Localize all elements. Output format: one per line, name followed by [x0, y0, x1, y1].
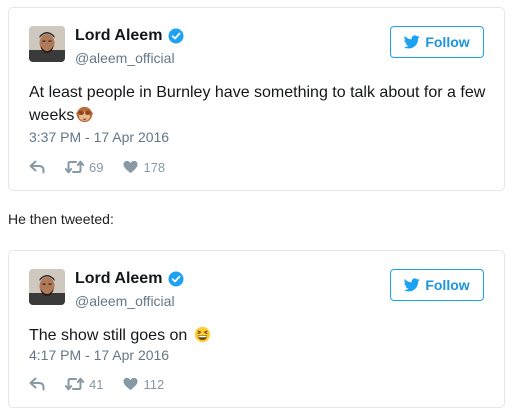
avatar[interactable] [29, 26, 65, 62]
tweet-text-content: At least people in Burnley have somethin… [29, 84, 486, 124]
tweet-timestamp[interactable]: 4:17 PM - 17 Apr 2016 [29, 347, 169, 363]
tweet-text-content: The show still goes on [29, 327, 188, 344]
follow-label: Follow [425, 34, 470, 50]
twitter-bird-icon [404, 278, 421, 292]
retweet-icon [65, 160, 84, 174]
retweet-count: 69 [89, 159, 104, 175]
reply-button[interactable] [29, 160, 45, 174]
like-button[interactable]: 178 [123, 160, 165, 175]
see-no-evil-monkey-icon [76, 106, 94, 123]
retweet-count: 41 [89, 376, 104, 392]
heart-icon [123, 160, 138, 174]
grinning-squinting-face-icon [194, 326, 210, 343]
tweet-actions: 69 178 [29, 158, 185, 176]
display-name[interactable]: Lord Aleem [75, 270, 162, 288]
article-text: He then tweeted: [8, 211, 114, 227]
tweet-timestamp[interactable]: 3:37 PM - 17 Apr 2016 [29, 129, 169, 145]
like-count: 112 [143, 376, 165, 392]
verified-badge-icon [168, 271, 184, 287]
follow-button[interactable]: Follow [390, 269, 484, 301]
heart-icon [123, 377, 138, 391]
tweet-text: At least people in Burnley have somethin… [29, 81, 489, 127]
display-name[interactable]: Lord Aleem [75, 27, 162, 45]
tweet-text: The show still goes on [29, 324, 489, 347]
follow-button[interactable]: Follow [390, 26, 484, 58]
like-button[interactable]: 112 [123, 377, 164, 392]
user-handle[interactable]: @aleem_official [75, 50, 175, 66]
tweet-card: Lord Aleem @aleem_official Follow At lea… [8, 7, 505, 191]
retweet-button[interactable]: 69 [65, 160, 103, 175]
twitter-bird-icon [404, 35, 421, 49]
retweet-icon [65, 377, 84, 391]
reply-button[interactable] [29, 377, 45, 391]
verified-badge-icon [168, 28, 184, 44]
user-handle[interactable]: @aleem_official [75, 293, 175, 309]
reply-icon [29, 377, 45, 391]
tweet-actions: 41 112 [29, 375, 184, 393]
reply-icon [29, 160, 45, 174]
avatar[interactable] [29, 269, 65, 305]
follow-label: Follow [425, 277, 470, 293]
like-count: 178 [143, 159, 166, 175]
retweet-button[interactable]: 41 [65, 377, 103, 392]
tweet-card: Lord Aleem @aleem_official Follow The sh… [8, 250, 505, 408]
